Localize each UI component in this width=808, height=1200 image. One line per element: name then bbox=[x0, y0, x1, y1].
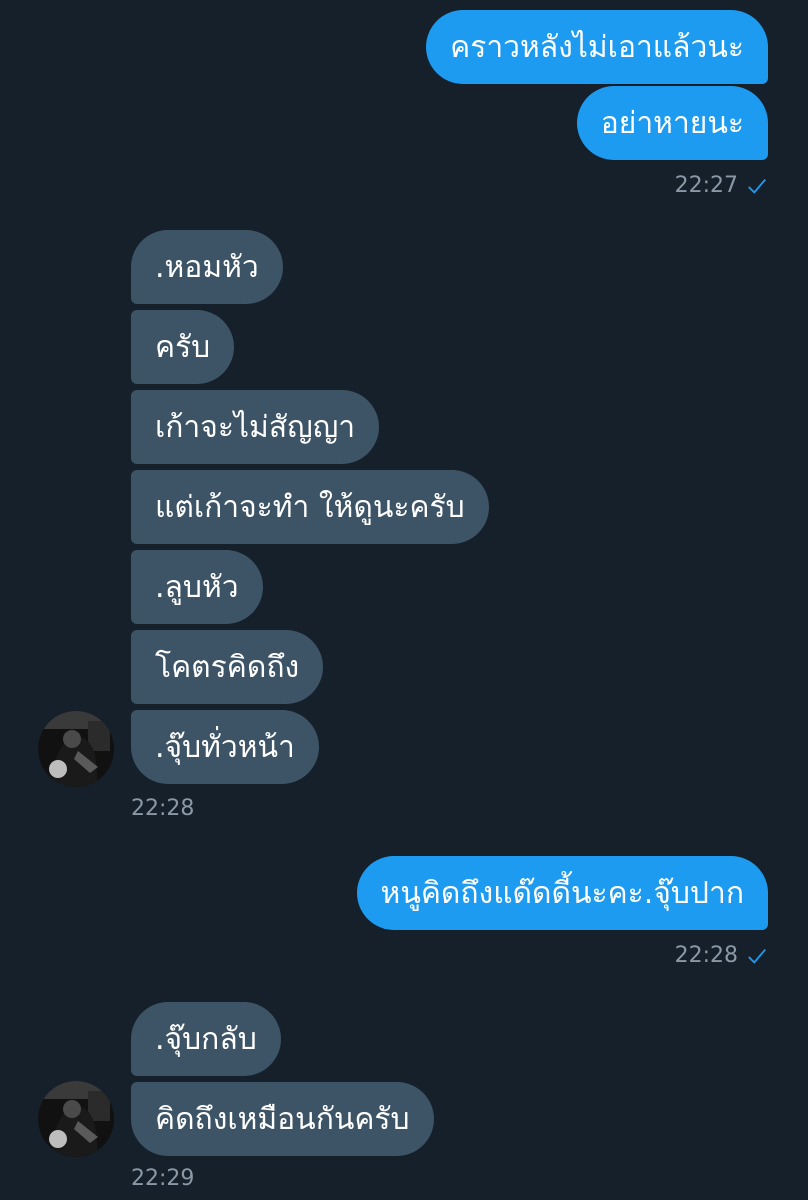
check-icon bbox=[748, 178, 766, 194]
incoming-message[interactable]: .ลูบหัว bbox=[131, 550, 263, 624]
timestamp-text: 22:28 bbox=[674, 943, 738, 968]
message-text: เก้าจะไม่สัญญา bbox=[155, 409, 356, 445]
incoming-message[interactable]: .จุ๊บทั่วหน้า bbox=[131, 710, 319, 784]
incoming-message[interactable]: .จุ๊บกลับ bbox=[131, 1002, 281, 1076]
message-timestamp: 22:28 bbox=[131, 796, 194, 821]
message-text: คราวหลังไม่เอาแล้วนะ bbox=[450, 29, 744, 65]
timestamp-text: 22:27 bbox=[674, 173, 738, 198]
message-timestamp: 22:28 bbox=[675, 943, 768, 968]
avatar-image bbox=[38, 711, 114, 787]
message-text: .จุ๊บกลับ bbox=[155, 1021, 257, 1057]
timestamp-text: 22:28 bbox=[131, 796, 195, 821]
incoming-message[interactable]: แต่เก้าจะทำ ให้ดูนะครับ bbox=[131, 470, 489, 544]
incoming-message[interactable]: โคตรคิดถึง bbox=[131, 630, 324, 704]
message-text: ครับ bbox=[155, 329, 211, 365]
avatar-image bbox=[38, 1081, 114, 1157]
message-text: .ลูบหัว bbox=[155, 569, 239, 605]
incoming-message[interactable]: ครับ bbox=[131, 310, 235, 384]
message-text: หนูคิดถึงแด๊ดดี้นะคะ.จุ๊บปาก bbox=[380, 875, 744, 911]
message-text: คิดถึงเหมือนกันครับ bbox=[155, 1101, 410, 1137]
outgoing-message[interactable]: อย่าหายนะ bbox=[576, 86, 768, 160]
outgoing-message[interactable]: คราวหลังไม่เอาแล้วนะ bbox=[426, 10, 768, 84]
message-text: .จุ๊บทั่วหน้า bbox=[155, 729, 295, 765]
timestamp-text: 22:29 bbox=[131, 1166, 195, 1191]
message-text: แต่เก้าจะทำ ให้ดูนะครับ bbox=[155, 489, 465, 525]
message-timestamp: 22:29 bbox=[131, 1166, 194, 1191]
outgoing-message[interactable]: หนูคิดถึงแด๊ดดี้นะคะ.จุ๊บปาก bbox=[356, 856, 768, 930]
message-timestamp: 22:27 bbox=[675, 173, 768, 198]
message-text: อย่าหายนะ bbox=[600, 105, 744, 141]
message-text: .หอมหัว bbox=[155, 249, 259, 285]
profile-avatar[interactable] bbox=[38, 711, 114, 787]
incoming-message[interactable]: .หอมหัว bbox=[131, 230, 283, 304]
check-icon bbox=[748, 948, 766, 964]
profile-avatar[interactable] bbox=[38, 1081, 114, 1157]
message-thread: คราวหลังไม่เอาแล้วนะ อย่าหายนะ 22:27 .หอ… bbox=[0, 0, 808, 1200]
incoming-message[interactable]: คิดถึงเหมือนกันครับ bbox=[131, 1082, 434, 1156]
message-text: โคตรคิดถึง bbox=[155, 649, 300, 685]
incoming-message[interactable]: เก้าจะไม่สัญญา bbox=[131, 390, 380, 464]
